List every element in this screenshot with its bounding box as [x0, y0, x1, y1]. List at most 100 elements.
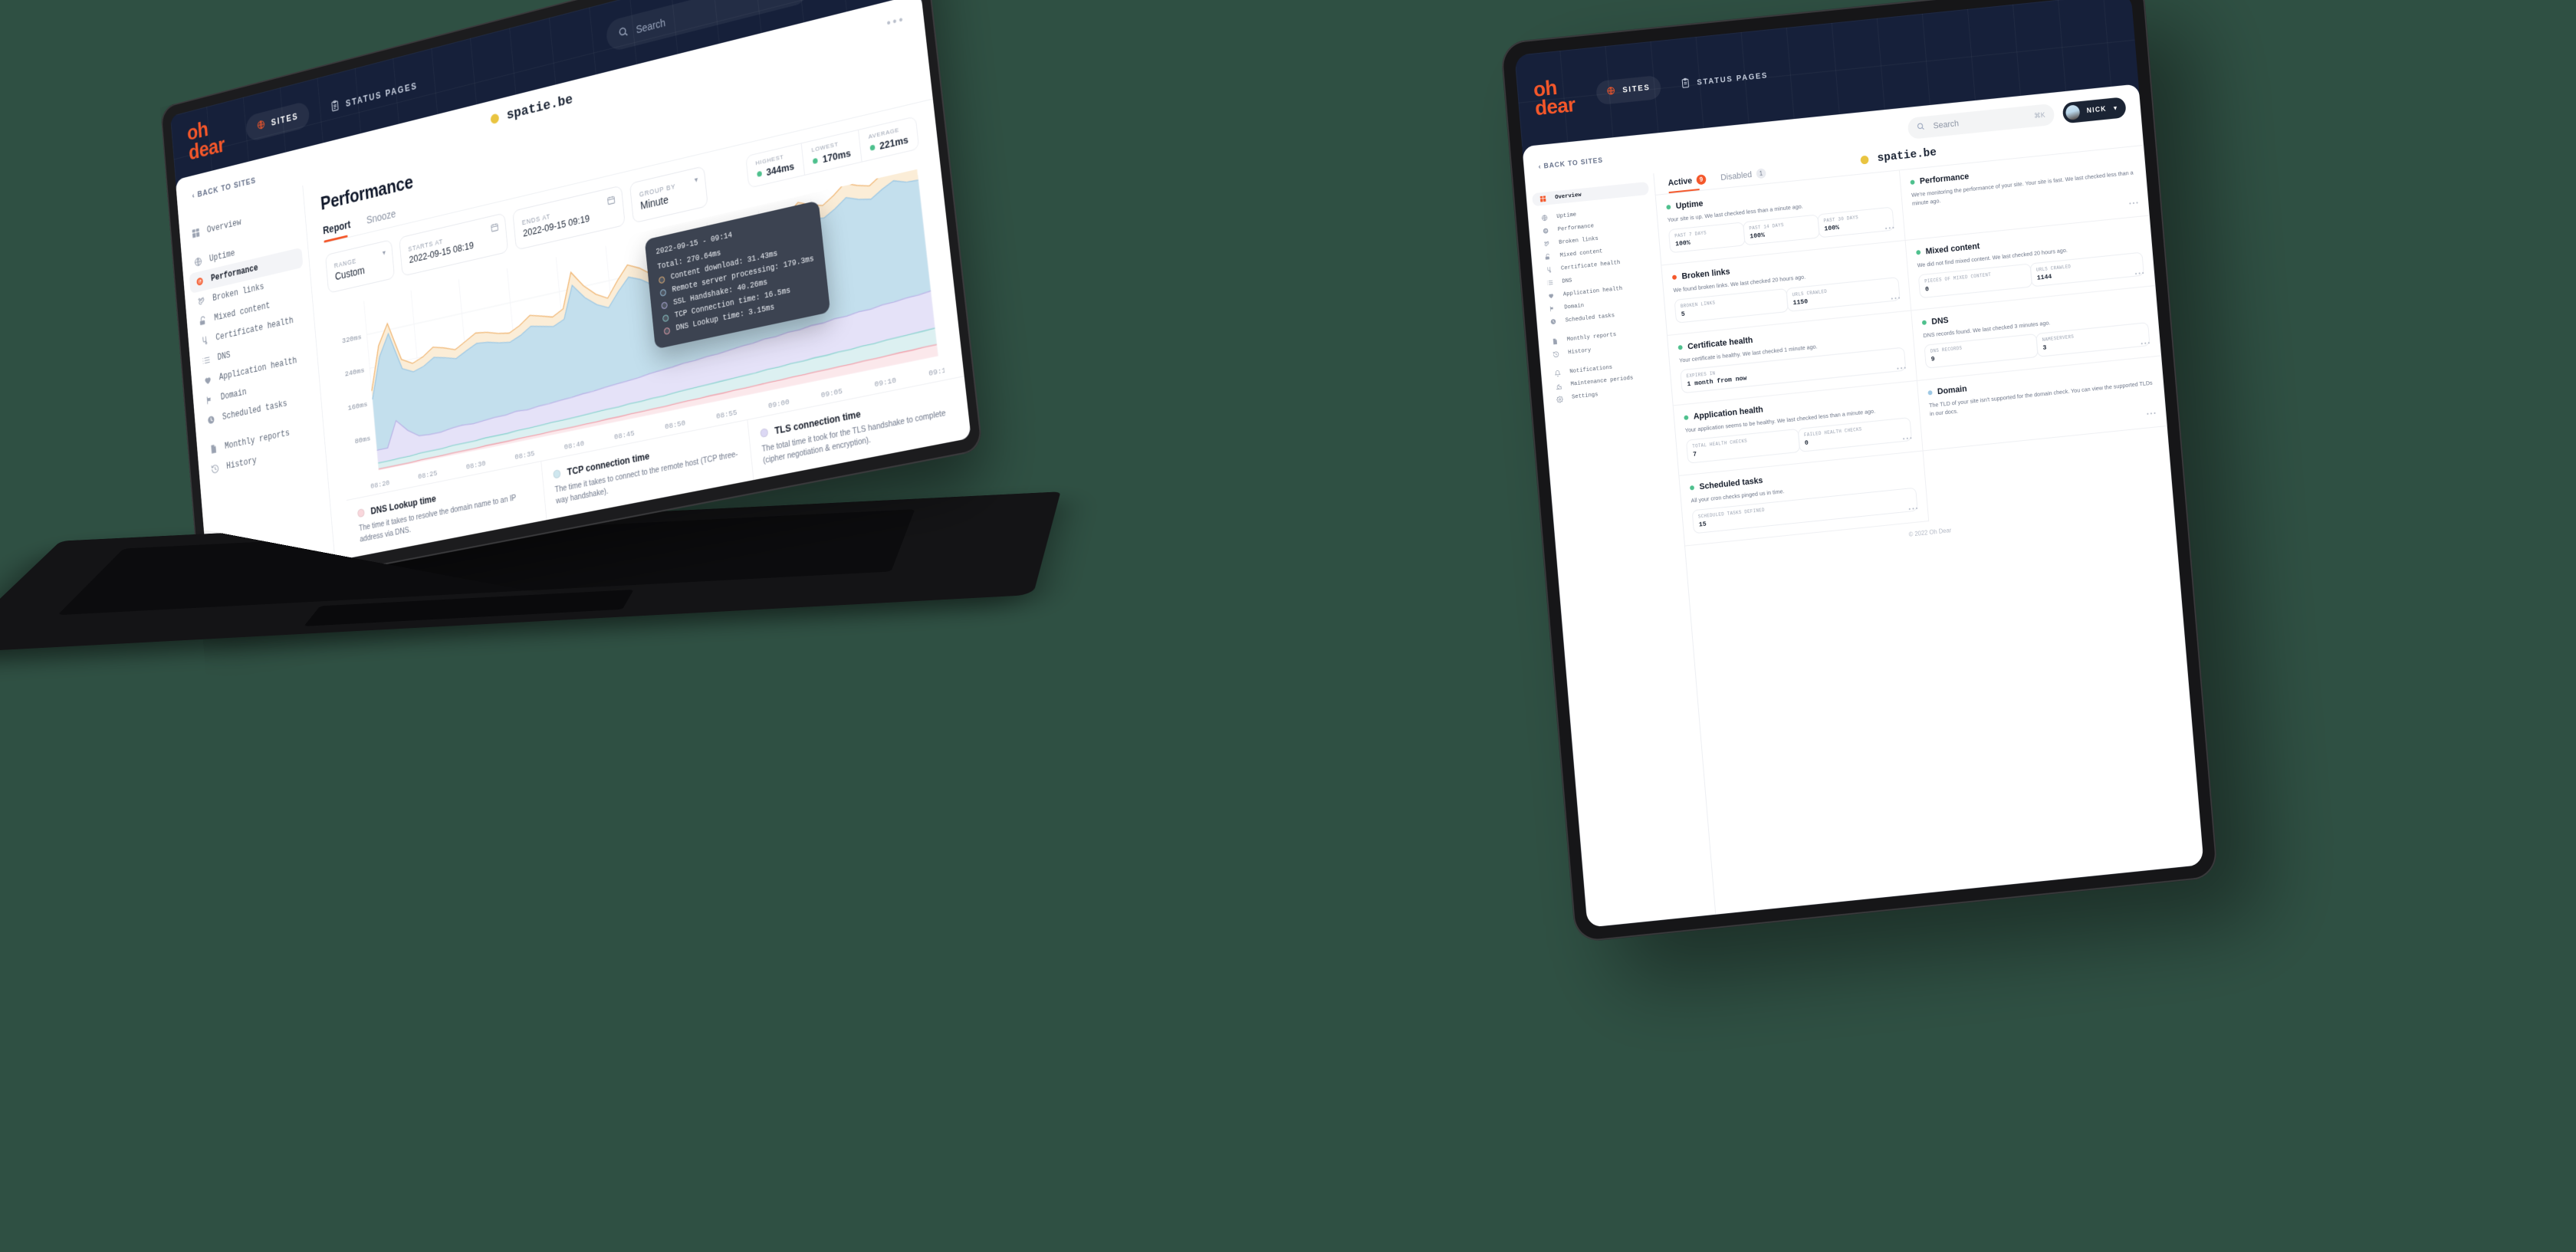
status-dot-icon [869, 144, 876, 151]
laptop-base [0, 491, 1061, 653]
sidebar-item-label: Application health [219, 355, 297, 383]
ends-at-value: 2022-09-15 09:19 [522, 212, 590, 239]
legend-dot-icon [659, 288, 667, 297]
status-dot-icon [1910, 179, 1915, 186]
overview-card-menu[interactable]: ••• [2134, 269, 2145, 277]
logo-line-2: dear [187, 133, 226, 166]
overview-card-menu[interactable]: ••• [2129, 199, 2140, 207]
sidebar-item-label: Scheduled tasks [222, 398, 288, 423]
sidebar-item-mixed-content[interactable]: Mixed content [192, 288, 307, 334]
svg-text:160ms: 160ms [347, 400, 368, 412]
status-dot-icon [1927, 390, 1933, 396]
svg-text:09:05: 09:05 [820, 387, 843, 399]
tablet-app-content: ‹ BACK TO SITES Search ⌘K NICK ▾ Overvie… [1522, 84, 2204, 928]
svg-text:08:20: 08:20 [370, 478, 390, 490]
sidebar-item-label: Broken links [212, 281, 264, 304]
ends-at-input[interactable]: ENDS AT 2022-09-15 09:19 [512, 185, 626, 251]
legend-dot-icon [662, 314, 669, 323]
status-dot-icon [756, 170, 762, 178]
overview-card-menu[interactable]: ••• [1891, 294, 1901, 302]
overview-metric: PIECES OF MIXED CONTENT 0 [1917, 263, 2033, 299]
search-placeholder: Search [1933, 119, 1960, 131]
tab-report[interactable]: Report [323, 219, 351, 236]
nav-sites-label: SITES [1622, 83, 1651, 95]
svg-text:240ms: 240ms [344, 366, 365, 378]
overview-metric-value: 1144 [2036, 272, 2052, 282]
search-icon [618, 25, 629, 41]
svg-text:08:25: 08:25 [418, 469, 438, 481]
sidebar-item-domain[interactable]: Domain [199, 367, 314, 412]
range-select[interactable]: RANGE Custom ▾ [324, 239, 396, 294]
sidebar-item-performance[interactable]: Performance [189, 247, 304, 294]
svg-text:08:45: 08:45 [614, 429, 635, 442]
sidebar-item-label: DNS [217, 350, 231, 363]
search-placeholder: Search [635, 16, 666, 36]
starts-at-input[interactable]: STARTS AT 2022-09-15 08:19 [399, 212, 509, 277]
nav-item-sites[interactable]: SITES [245, 100, 310, 143]
history-icon [211, 463, 220, 475]
clipboard-icon [330, 99, 340, 114]
tablet-device: oh dear SITES STATUS PAGES ‹ BACK TO SIT… [1500, 0, 2219, 943]
range-value: Custom [334, 264, 366, 283]
legend-dot-icon [658, 275, 665, 284]
scene: oh dear SITES STATUS PAGES Search ‹ BACK… [0, 0, 2576, 1252]
sidebar-item-overview[interactable]: Overview [185, 199, 299, 245]
legend-dot-icon [357, 508, 365, 518]
calendar-icon[interactable] [606, 194, 616, 209]
nav-item-status-pages[interactable]: STATUS PAGES [1670, 62, 1779, 98]
svg-text:320ms: 320ms [342, 333, 363, 344]
sidebar-item-label: Mixed content [213, 301, 271, 324]
ends-at-label: ENDS AT [521, 212, 551, 226]
chevron-down-icon: ▾ [382, 248, 386, 258]
chevron-down-icon: ▾ [2113, 104, 2118, 112]
sidebar-item-label: Notifications [1569, 364, 1613, 376]
calendar-icon[interactable] [490, 222, 499, 237]
broken-link-icon [197, 295, 206, 307]
status-dot-icon [1916, 249, 1921, 255]
starts-at-label: STARTS AT [407, 237, 444, 253]
sidebar-item-broken-links[interactable]: Broken links [191, 268, 305, 314]
app-logo[interactable]: oh dear [186, 116, 226, 166]
sidebar-item-dns[interactable]: DNS [196, 327, 310, 373]
starts-at-value: 2022-09-15 08:19 [408, 238, 475, 265]
svg-text:08:40: 08:40 [564, 439, 584, 451]
range-label: RANGE [334, 257, 357, 270]
chevron-down-icon: ▾ [694, 176, 698, 185]
overview-panel: Active 9 Disabled 1 spatie.be Uptime You… [1654, 123, 2204, 915]
overview-metric: FAILED HEALTH CHECKS 0 [1797, 417, 1913, 453]
group-by-select[interactable]: GROUP BY Minute ▾ [629, 166, 708, 224]
breadcrumb[interactable]: ‹ BACK TO SITES [192, 176, 256, 201]
globe-icon [256, 119, 265, 133]
overview-card-menu[interactable]: ••• [2147, 409, 2157, 417]
sidebar-item-scheduled-tasks[interactable]: Scheduled tasks [200, 388, 315, 432]
logo-line-1: oh [186, 117, 209, 146]
sidebar-item-application-health[interactable]: Application health [197, 347, 312, 393]
laptop-screen: oh dear SITES STATUS PAGES Search ‹ BACK… [170, 0, 971, 586]
globe-icon [194, 256, 203, 268]
sidebar-item-label: Monthly reports [224, 428, 291, 452]
laptop-lid: oh dear SITES STATUS PAGES Search ‹ BACK… [159, 0, 984, 600]
sidebar-item-uptime[interactable]: Uptime [187, 228, 301, 274]
overview-card-menu[interactable]: ••• [1897, 364, 1907, 372]
sidebar-item-history[interactable]: History [204, 438, 319, 481]
sidebar-item-monthly-reports[interactable]: Monthly reports [202, 417, 317, 462]
legend-dot-icon [553, 469, 561, 479]
nav-item-status-pages[interactable]: STATUS PAGES [319, 69, 430, 124]
legend-card-title: DNS Lookup time [357, 474, 533, 519]
certificate-icon [200, 335, 209, 347]
sidebar-item-label: Uptime [209, 248, 235, 265]
nav-item-sites[interactable]: SITES [1595, 74, 1662, 105]
unlock-icon [199, 315, 208, 327]
document-icon [209, 443, 219, 455]
status-dot-icon [1666, 204, 1671, 210]
grid-icon [192, 227, 201, 238]
sidebar-item-label: Certificate health [215, 315, 294, 343]
sidebar-item-certificate-health[interactable]: Certificate health [194, 307, 308, 353]
tab-snooze[interactable]: Snooze [366, 208, 396, 226]
svg-text:08:55: 08:55 [716, 408, 738, 420]
overview-card-menu[interactable]: ••• [1885, 224, 1896, 232]
gauge-icon [196, 276, 205, 288]
flag-icon [205, 394, 214, 406]
list-icon [202, 355, 211, 366]
app-logo[interactable]: oh dear [1533, 76, 1576, 120]
